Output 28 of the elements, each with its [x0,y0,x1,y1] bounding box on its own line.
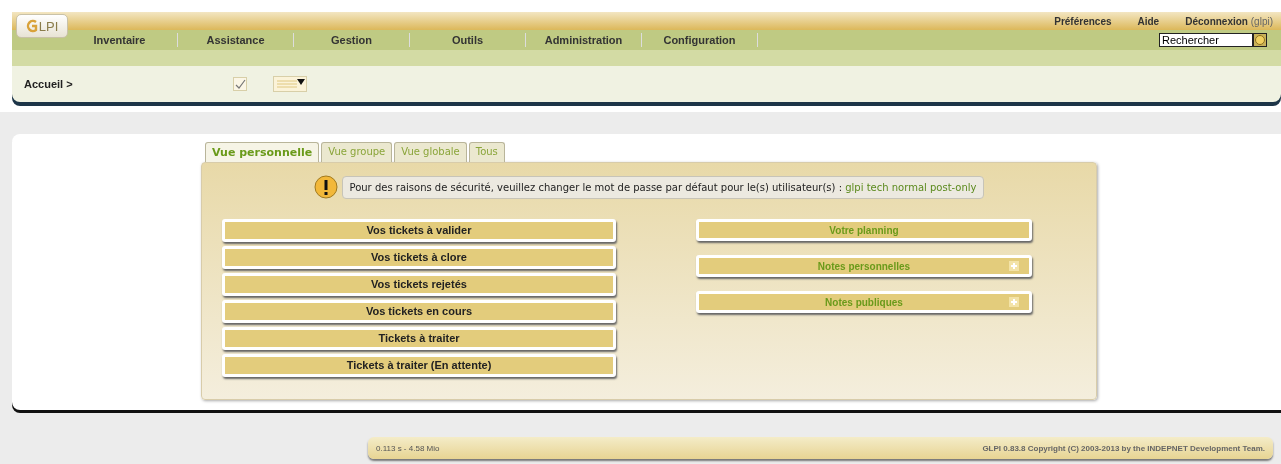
menu-item[interactable]: Assistance [178,33,294,47]
ticket-panel-header[interactable]: Vos tickets à valider [222,219,616,242]
warning-icon [314,175,339,199]
menu-item[interactable]: Outils [410,33,526,47]
menu-item[interactable]: Configuration [642,33,758,47]
checkmark-icon[interactable] [233,77,247,91]
ticket-panel-header[interactable]: Vos tickets à clore [222,246,616,269]
menu-item[interactable]: Administration [526,33,642,47]
ticket-panel-header[interactable]: Tickets à traiter (En attente) [222,354,616,377]
g-letter-icon [25,19,38,33]
logo-text: LPI [38,18,59,34]
breadcrumb[interactable]: Accueil > [24,78,233,90]
menu-item[interactable]: Gestion [294,33,410,47]
ticket-panel-header[interactable]: Vos tickets en cours [222,300,616,323]
header-link[interactable]: Déconnexion (glpi) [1185,16,1273,30]
header-link[interactable]: Aide [1137,16,1160,30]
ticket-panel-header[interactable]: Vos tickets rejetés [222,273,616,296]
search-icon [1255,35,1265,45]
security-warning-message: Pour des raisons de sécurité, veuillez changer le mot de passe par défaut pour le(s) utilisateur(s) : glpi tech normal post-only [342,175,984,199]
table-dropdown-icon[interactable] [273,76,307,92]
glpi-logo[interactable]: LPI [16,14,68,38]
ticket-panel-header[interactable]: Tickets à traiter [222,327,616,350]
copyright-text[interactable]: GLPI 0.83.8 Copyright (C) 2003-2013 by the INDEPNET Development Team. [982,443,1265,453]
menu-item[interactable]: Inventaire [62,33,178,47]
search-field[interactable]: Rechercher [1159,33,1253,47]
search-button[interactable] [1253,33,1267,47]
header-link[interactable]: Préférences [1054,16,1112,30]
timing-text: 0.113 s - 4.58 Mio [376,443,440,453]
